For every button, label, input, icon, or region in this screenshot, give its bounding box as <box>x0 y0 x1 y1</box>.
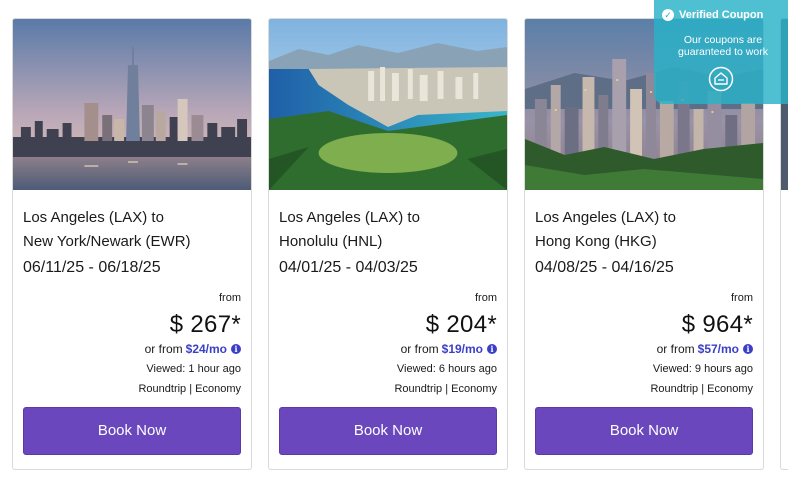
monthly-amount-link[interactable]: $24/mo <box>186 342 227 356</box>
monthly-prefix: or from <box>400 342 439 356</box>
coupon-guarantee-text: Our coupons are guaranteed to work <box>658 34 788 58</box>
from-label: from <box>219 292 241 304</box>
price: $ 964* <box>681 311 753 338</box>
from-label: from <box>475 292 497 304</box>
route-origin: Los Angeles (LAX) to <box>279 209 420 226</box>
check-circle-icon: ✓ <box>662 9 674 21</box>
monthly-payment: or from $24/mo i <box>145 342 241 356</box>
monthly-payment: or from $19/mo i <box>401 342 497 356</box>
book-now-button[interactable]: Book Now <box>535 407 753 455</box>
route-destination: Honolulu (HNL) <box>279 233 383 250</box>
viewed-time: Viewed: 9 hours ago <box>652 363 753 375</box>
info-icon[interactable]: i <box>231 344 241 354</box>
new-york-skyline-photo <box>13 19 251 190</box>
route: Los Angeles (LAX) to Hong Kong (HKG) <box>535 206 757 254</box>
route-origin: Los Angeles (LAX) to <box>23 209 164 226</box>
monthly-payment: or from $57/mo i <box>657 342 753 356</box>
shield-badge-icon[interactable] <box>708 66 734 92</box>
route: Los Angeles (LAX) to Honolulu (HNL) <box>279 206 501 254</box>
travel-dates: 04/08/25 - 04/16/25 <box>535 259 674 276</box>
route-origin: Los Angeles (LAX) to <box>535 209 676 226</box>
info-icon[interactable]: i <box>743 344 753 354</box>
route-destination: Hong Kong (HKG) <box>535 233 657 250</box>
honolulu-coast-photo <box>269 19 507 190</box>
verified-coupon-title: Verified Coupon <box>679 9 764 21</box>
route-destination: New York/Newark (EWR) <box>23 233 191 250</box>
trip-type: Roundtrip | Economy <box>394 383 497 395</box>
viewed-time: Viewed: 6 hours ago <box>396 363 497 375</box>
book-now-button[interactable]: Book Now <box>23 407 241 455</box>
monthly-amount-link[interactable]: $57/mo <box>698 342 739 356</box>
monthly-prefix: or from <box>656 342 695 356</box>
deal-card-honolulu[interactable]: Los Angeles (LAX) to Honolulu (HNL) 04/0… <box>268 18 508 470</box>
deal-card-new-york[interactable]: Los Angeles (LAX) to New York/Newark (EW… <box>12 18 252 470</box>
trip-type: Roundtrip | Economy <box>138 383 241 395</box>
coupon-line-1: Our coupons are <box>683 34 763 46</box>
price: $ 267* <box>169 311 241 338</box>
book-now-button[interactable]: Book Now <box>279 407 497 455</box>
route: Los Angeles (LAX) to New York/Newark (EW… <box>23 206 245 254</box>
monthly-prefix: or from <box>144 342 183 356</box>
travel-dates: 04/01/25 - 04/03/25 <box>279 259 418 276</box>
verified-coupon-heading: ✓ Verified Coupon <box>662 9 763 21</box>
info-icon[interactable]: i <box>487 344 497 354</box>
price: $ 204* <box>425 311 497 338</box>
verified-coupon-banner: ✓ Verified Coupon Our coupons are guaran… <box>654 0 788 104</box>
monthly-amount-link[interactable]: $19/mo <box>442 342 483 356</box>
trip-type: Roundtrip | Economy <box>650 383 753 395</box>
travel-dates: 06/11/25 - 06/18/25 <box>23 259 161 276</box>
viewed-time: Viewed: 1 hour ago <box>146 363 241 375</box>
coupon-line-2: guaranteed to work <box>678 46 768 58</box>
from-label: from <box>731 292 753 304</box>
